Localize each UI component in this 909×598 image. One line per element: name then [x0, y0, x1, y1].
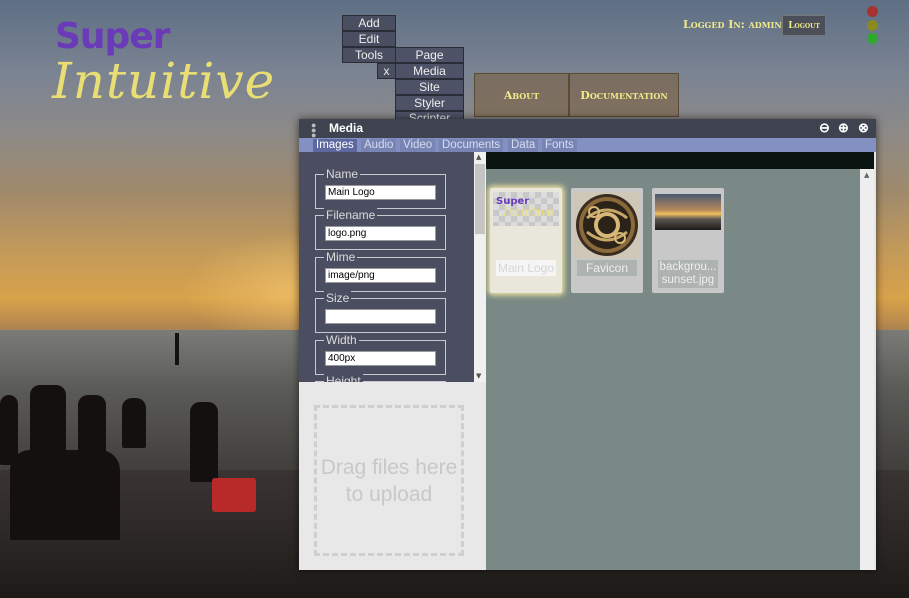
- thumbnail-caption: Favicon: [577, 260, 637, 276]
- field-mime: Mime image/png: [315, 250, 446, 292]
- menu-close-button[interactable]: x: [377, 63, 396, 79]
- status-light-red: [867, 6, 878, 17]
- size-input[interactable]: [325, 309, 436, 324]
- status-light-yellow: [867, 20, 878, 31]
- submenu-styler[interactable]: Styler: [395, 95, 464, 111]
- window-title: Media: [329, 121, 364, 135]
- field-name-label: Name: [324, 167, 361, 181]
- image-gallery: Super Intuitive Main Logo Favicon backgr…: [486, 152, 874, 570]
- sunset-image: [655, 194, 721, 230]
- tab-data[interactable]: Data: [508, 139, 539, 152]
- scroll-down-icon[interactable]: ▼: [476, 372, 481, 380]
- field-filename: Filename logo.png: [315, 208, 446, 250]
- favicon-image: [574, 192, 640, 258]
- submenu-site[interactable]: Site: [395, 79, 464, 95]
- thumbnail-main-logo[interactable]: Super Intuitive Main Logo: [490, 188, 562, 293]
- logout-button[interactable]: Logout: [782, 15, 826, 36]
- tab-images[interactable]: Images: [313, 139, 357, 152]
- logged-in-label: Logged In: admin: [683, 18, 782, 31]
- properties-scrollbar[interactable]: ▲ ▼: [474, 152, 486, 382]
- drop-files-zone[interactable]: Drag files here to upload: [314, 405, 464, 556]
- submenu-page[interactable]: Page: [395, 47, 464, 63]
- tab-documents[interactable]: Documents: [439, 139, 504, 152]
- field-width-label: Width: [324, 333, 359, 347]
- name-input[interactable]: Main Logo: [325, 185, 436, 200]
- tab-audio[interactable]: Audio: [361, 139, 397, 152]
- logo-intuitive: Intuitive: [52, 52, 276, 110]
- image-properties-panel: Name Main Logo Filename logo.png Mime im…: [299, 152, 486, 388]
- field-filename-label: Filename: [324, 208, 378, 222]
- thumbnail-caption: backgrou... sunset.jpg: [658, 260, 718, 288]
- submenu-media[interactable]: Media: [395, 63, 464, 79]
- field-size-label: Size: [324, 291, 352, 305]
- width-input[interactable]: 400px: [325, 351, 436, 366]
- gallery-toolbar: [486, 152, 874, 169]
- field-size: Size: [315, 291, 446, 333]
- nav-documentation-button[interactable]: Documentation: [569, 73, 679, 117]
- nav-about-button[interactable]: About: [474, 73, 569, 117]
- media-window: ● ●● ● Media ⊖ ⊕ ⊗ Images Audio Video Do…: [299, 119, 876, 570]
- menu-add-button[interactable]: Add: [342, 15, 396, 31]
- menu-edit-button[interactable]: Edit: [342, 31, 396, 47]
- status-light-green: [867, 33, 878, 44]
- thumbnail-favicon[interactable]: Favicon: [571, 188, 643, 293]
- scrollbar-thumb[interactable]: [475, 164, 485, 234]
- beach-people-silhouettes: [0, 380, 290, 598]
- filename-input[interactable]: logo.png: [325, 226, 436, 241]
- scroll-up-icon[interactable]: ▲: [864, 171, 869, 179]
- maximize-icon[interactable]: ⊕: [838, 120, 849, 136]
- field-name: Name Main Logo: [315, 167, 446, 209]
- mime-input[interactable]: image/png: [325, 268, 436, 283]
- minimize-icon[interactable]: ⊖: [819, 120, 830, 136]
- menu-tools-button[interactable]: Tools: [342, 47, 396, 63]
- thumb-logo-intuitive: Intuitive: [503, 205, 555, 219]
- field-mime-label: Mime: [324, 250, 358, 264]
- media-tabs: Images Audio Video Documents Data Fonts: [299, 138, 876, 152]
- drag-handle-icon[interactable]: ● ●● ●: [311, 121, 319, 145]
- gallery-scrollbar[interactable]: ▲: [860, 169, 874, 570]
- media-window-titlebar[interactable]: ● ●● ● Media ⊖ ⊕ ⊗: [299, 119, 876, 145]
- close-icon[interactable]: ⊗: [858, 120, 869, 136]
- thumbnail-background-sunset[interactable]: backgrou... sunset.jpg: [652, 188, 724, 293]
- logo-super: Super: [55, 16, 170, 57]
- upload-area: Drag files here to upload: [299, 382, 486, 570]
- scroll-up-icon[interactable]: ▲: [476, 153, 481, 161]
- main-logo-image: Super Intuitive: [493, 192, 559, 226]
- tab-fonts[interactable]: Fonts: [542, 139, 577, 152]
- tab-video[interactable]: Video: [400, 139, 436, 152]
- thumbnail-caption: Main Logo: [496, 260, 556, 276]
- post-silhouette: [175, 333, 179, 365]
- field-width: Width 400px: [315, 333, 446, 375]
